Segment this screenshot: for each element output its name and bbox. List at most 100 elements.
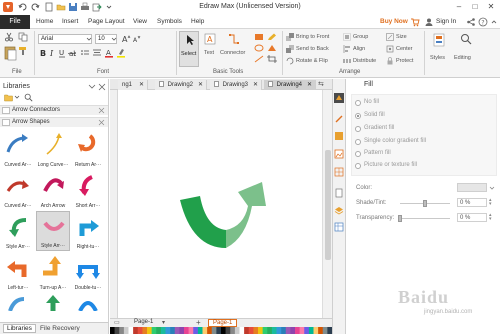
- send-to-back-icon[interactable]: [286, 45, 294, 53]
- palette-swatch[interactable]: [211, 327, 217, 334]
- cart-icon[interactable]: [410, 17, 420, 27]
- scroll-thumb[interactable]: [325, 150, 331, 260]
- shape-short-arrow[interactable]: Short Arr···: [71, 170, 105, 210]
- palette-swatch[interactable]: [285, 327, 291, 334]
- menu-page-layout[interactable]: Page Layout: [88, 18, 125, 25]
- align-button[interactable]: Align: [353, 46, 365, 52]
- search-library-icon[interactable]: [24, 93, 33, 102]
- help-icon[interactable]: ?: [478, 17, 488, 27]
- menu-insert[interactable]: Insert: [62, 18, 78, 25]
- palette-swatch[interactable]: [137, 327, 143, 334]
- option-solid-fill[interactable]: Solid fill: [364, 112, 385, 118]
- italic-icon[interactable]: I: [49, 48, 57, 58]
- page-tab-active[interactable]: Page-1: [208, 319, 238, 327]
- shape-partial-3[interactable]: [76, 295, 100, 311]
- panel-options-icon[interactable]: [88, 83, 96, 91]
- rectangle-shape-icon[interactable]: [254, 33, 264, 41]
- palette-swatch[interactable]: [234, 327, 240, 334]
- stepper-icon[interactable]: ▴ ▾: [489, 198, 495, 207]
- palette-swatch[interactable]: [216, 327, 222, 334]
- size-button[interactable]: Size: [396, 34, 407, 40]
- palette-swatch[interactable]: [258, 327, 263, 334]
- highlight-icon[interactable]: [116, 48, 126, 58]
- panel-close-icon[interactable]: [98, 83, 106, 91]
- align-text-icon[interactable]: [92, 48, 102, 58]
- palette-swatch[interactable]: [304, 327, 310, 334]
- radio-picture-fill[interactable]: [355, 163, 361, 169]
- rotate-flip-icon[interactable]: [286, 57, 294, 65]
- chevron-down-icon[interactable]: [489, 185, 495, 191]
- paste-icon[interactable]: [4, 45, 18, 61]
- palette-swatch[interactable]: [193, 327, 199, 334]
- size-icon[interactable]: [386, 33, 394, 41]
- editing-button[interactable]: Editing: [453, 31, 479, 71]
- radio-single-color-gradient[interactable]: [355, 139, 361, 145]
- shade-value-input[interactable]: 0 %: [457, 198, 487, 207]
- group-icon[interactable]: [343, 33, 351, 41]
- center-icon[interactable]: [386, 45, 394, 53]
- distribute-icon[interactable]: [343, 57, 351, 65]
- page-nav-icon[interactable]: ▭: [114, 319, 124, 327]
- line-style-icon[interactable]: [334, 114, 344, 124]
- shape-right-turn-arrow[interactable]: Right-tu···: [71, 211, 105, 251]
- palette-swatch[interactable]: [318, 327, 324, 334]
- text-tool-button[interactable]: A Text: [201, 31, 219, 67]
- table-icon[interactable]: [334, 222, 344, 232]
- palette-swatch[interactable]: [281, 327, 287, 334]
- palette-swatch[interactable]: [207, 327, 213, 334]
- palette-swatch[interactable]: [197, 327, 203, 334]
- menu-view[interactable]: View: [133, 18, 147, 25]
- color-picker[interactable]: [457, 183, 487, 192]
- selected-arrow-shape[interactable]: [174, 178, 278, 254]
- tab-close-icon[interactable]: ✕: [307, 80, 312, 90]
- ellipse-shape-icon[interactable]: [254, 44, 264, 52]
- palette-swatch[interactable]: [165, 327, 171, 334]
- close-button[interactable]: ✕: [484, 1, 498, 13]
- grow-font-icon[interactable]: A: [121, 34, 131, 44]
- connector-tool-button[interactable]: Connector: [219, 31, 249, 67]
- option-pattern-fill[interactable]: Pattern fill: [364, 150, 391, 156]
- pen-tool-icon[interactable]: [267, 33, 277, 41]
- tab-drawing4[interactable]: Drawing4 ✕: [264, 80, 316, 90]
- palette-swatch[interactable]: [267, 327, 273, 334]
- buy-now-link[interactable]: Buy Now: [380, 18, 408, 25]
- tab-scroll-arrows-icon[interactable]: ⇆: [318, 80, 331, 90]
- palette-swatch[interactable]: [308, 327, 314, 334]
- radio-gradient-fill[interactable]: [355, 126, 361, 132]
- shape-return-arrow[interactable]: Return Ar···: [71, 129, 105, 169]
- radio-no-fill[interactable]: [355, 100, 361, 106]
- folder-icon[interactable]: [4, 93, 13, 102]
- transparency-slider-thumb[interactable]: [398, 215, 402, 222]
- tab-drawing3[interactable]: Drawing3 ✕: [210, 80, 262, 90]
- palette-swatch[interactable]: [271, 327, 277, 334]
- tab-close-icon[interactable]: ✕: [139, 80, 144, 90]
- transparency-slider-track[interactable]: [400, 218, 450, 219]
- center-button[interactable]: Center: [396, 46, 413, 52]
- palette-swatch[interactable]: [295, 327, 300, 334]
- menu-home[interactable]: Home: [36, 18, 53, 25]
- shrink-font-icon[interactable]: A: [132, 34, 142, 44]
- section-close-icon[interactable]: [98, 119, 105, 126]
- palette-swatch[interactable]: [290, 327, 296, 334]
- add-page-icon[interactable]: +: [196, 318, 204, 327]
- tab-drawing1[interactable]: ng1 ✕: [118, 80, 148, 90]
- palette-swatch[interactable]: [142, 327, 148, 334]
- underline-icon[interactable]: U: [58, 48, 66, 58]
- palette-swatch[interactable]: [119, 327, 125, 334]
- image-icon[interactable]: [334, 149, 344, 159]
- footer-tab-libraries[interactable]: Libraries: [3, 324, 36, 333]
- grid-icon[interactable]: [334, 167, 344, 177]
- radio-solid-fill[interactable]: [355, 113, 361, 119]
- palette-swatch[interactable]: [179, 327, 185, 334]
- share-icon[interactable]: [466, 17, 476, 27]
- palette-swatch[interactable]: [230, 327, 236, 334]
- page-icon[interactable]: [334, 188, 344, 198]
- palette-swatch[interactable]: [174, 327, 180, 334]
- group-button[interactable]: Group: [353, 34, 368, 40]
- palette-swatch[interactable]: [151, 327, 157, 334]
- rotate-flip-button[interactable]: Rotate & Flip: [296, 58, 328, 64]
- shape-curved-arrow-2[interactable]: Curved Ar···: [1, 170, 35, 210]
- layers-icon[interactable]: [334, 206, 344, 216]
- page-tab-1[interactable]: Page-1: [134, 319, 153, 325]
- font-color-icon[interactable]: A: [104, 48, 114, 58]
